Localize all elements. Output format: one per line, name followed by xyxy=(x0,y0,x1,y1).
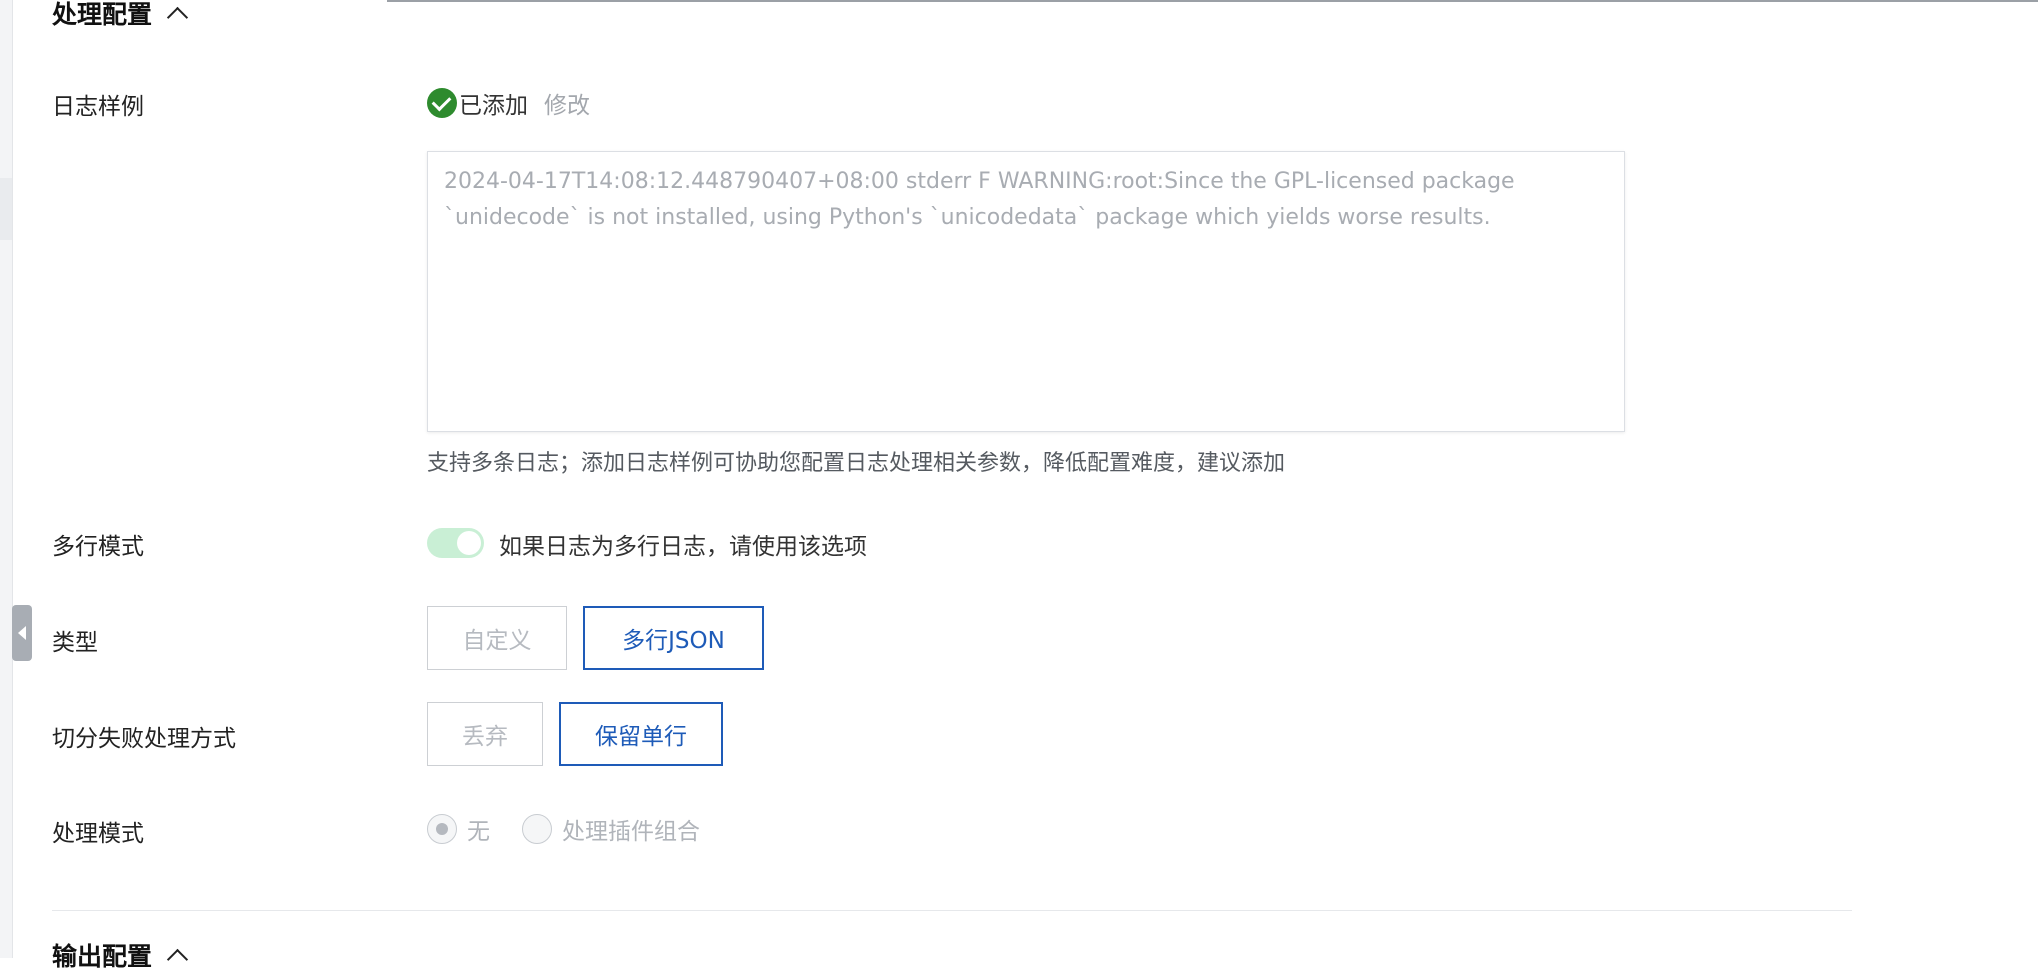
log-sample-status: 已添加 修改 xyxy=(427,86,590,120)
left-edge-panel xyxy=(0,0,13,958)
split-failure-option-discard[interactable]: 丢弃 xyxy=(427,702,543,766)
type-option-custom[interactable]: 自定义 xyxy=(427,606,567,670)
processing-mode-label: 处理模式 xyxy=(52,821,144,847)
processing-section-title: 处理配置 xyxy=(52,0,153,29)
radio-none[interactable] xyxy=(427,814,457,844)
radio-plugin-combination-label: 处理插件组合 xyxy=(562,819,700,845)
multiline-mode-toggle[interactable] xyxy=(427,528,484,558)
toggle-knob xyxy=(457,531,481,555)
collapse-sidebar-handle-icon[interactable] xyxy=(12,605,32,661)
split-failure-option-keep-single-line[interactable]: 保留单行 xyxy=(559,702,723,766)
radio-plugin-combination[interactable] xyxy=(522,814,552,844)
radio-none-label: 无 xyxy=(467,819,490,845)
log-sample-label: 日志样例 xyxy=(52,94,144,120)
log-sample-hint: 支持多条日志；添加日志样例可协助您配置日志处理相关参数，降低配置难度，建议添加 xyxy=(427,451,1286,476)
type-label: 类型 xyxy=(52,630,98,656)
left-edge-active-band xyxy=(0,178,12,240)
split-failure-label: 切分失败处理方式 xyxy=(52,726,236,752)
log-sample-status-text: 已添加 xyxy=(459,93,528,119)
modify-link[interactable]: 修改 xyxy=(544,86,590,120)
output-section-header[interactable]: 输出配置 xyxy=(52,937,189,973)
multiline-mode-description: 如果日志为多行日志，请使用该选项 xyxy=(499,534,867,560)
check-circle-icon xyxy=(427,88,457,118)
section-divider xyxy=(52,910,1852,911)
multiline-mode-label: 多行模式 xyxy=(52,534,144,560)
top-border-line xyxy=(387,0,2038,2)
output-section-title: 输出配置 xyxy=(52,942,153,971)
chevron-up-icon xyxy=(166,6,189,28)
processing-mode-radio-group: 无 处理插件组合 xyxy=(427,812,700,846)
processing-section-header[interactable]: 处理配置 xyxy=(52,0,189,31)
chevron-up-icon xyxy=(166,948,189,970)
log-sample-textarea[interactable] xyxy=(427,151,1625,432)
type-option-multiline-json[interactable]: 多行JSON xyxy=(583,606,764,670)
